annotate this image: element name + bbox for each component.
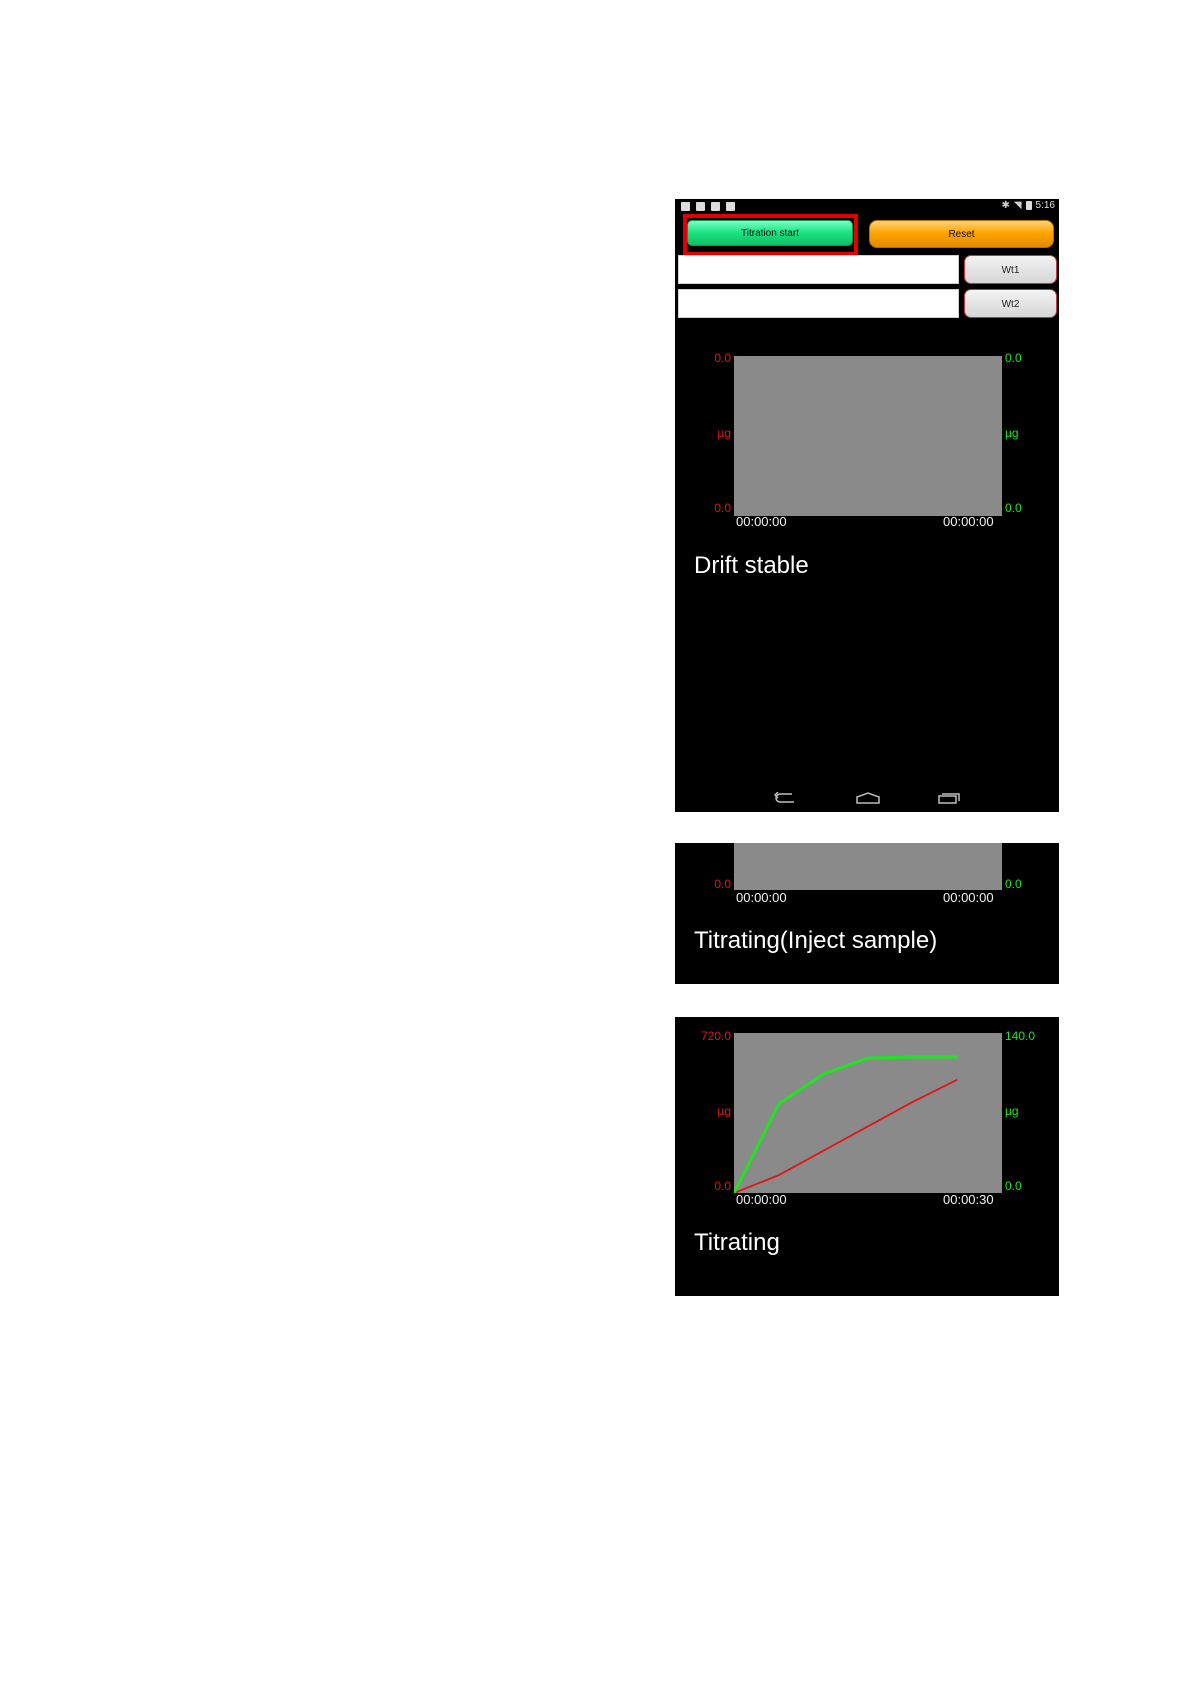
time-end-label: 00:00:00 [943, 890, 994, 905]
download-icon [726, 202, 735, 211]
battery-icon [1025, 201, 1032, 210]
inject-sample-screen: 0.0 0.0 00:00:00 00:00:00 Titrating(Inje… [675, 843, 1059, 984]
wt1-button[interactable]: Wt1 [964, 255, 1057, 284]
left-axis-unit: µg [717, 426, 731, 440]
reset-button[interactable]: Reset [869, 220, 1054, 248]
right-axis-min: 0.0 [1005, 877, 1022, 891]
status-time: 5:16 [1035, 200, 1055, 211]
wt2-button[interactable]: Wt2 [964, 289, 1057, 318]
right-axis-min: 0.0 [1005, 1179, 1022, 1193]
state-text: Titrating [694, 1229, 780, 1256]
time-start-label: 00:00:00 [736, 514, 787, 529]
status-bar: ✱ ◥ 5:16 [675, 199, 1059, 215]
wt1-input[interactable] [678, 255, 959, 284]
left-axis-min: 0.0 [714, 877, 731, 891]
time-start-label: 00:00:00 [736, 890, 787, 905]
notification-icons [681, 202, 735, 211]
titration-chart [734, 1033, 1002, 1193]
wt2-input[interactable] [678, 289, 959, 318]
bluetooth-icon: ✱ [1001, 200, 1010, 211]
left-axis-unit: µg [717, 1104, 731, 1118]
left-axis-max: 720.0 [700, 1029, 731, 1043]
image-notification-icon [681, 202, 690, 211]
time-start-label: 00:00:00 [736, 1192, 787, 1207]
right-axis-max: 0.0 [1005, 351, 1022, 365]
state-text: Drift stable [694, 552, 809, 579]
recents-icon[interactable] [938, 792, 960, 804]
time-end-label: 00:00:30 [943, 1192, 994, 1207]
status-icons: ✱ ◥ 5:16 [1001, 200, 1055, 211]
highlight-annotation-box [683, 214, 858, 256]
titrating-screen: 720.0 µg 0.0 140.0 µg 0.0 00:00:00 00:00… [675, 1017, 1059, 1296]
left-axis-min: 0.0 [714, 501, 731, 515]
time-end-label: 00:00:00 [943, 514, 994, 529]
media-icon [711, 202, 720, 211]
back-icon[interactable] [774, 792, 796, 804]
right-axis-unit: µg [1005, 1104, 1019, 1118]
right-axis-max: 140.0 [1005, 1029, 1036, 1043]
wifi-icon: ◥ [1013, 200, 1022, 211]
main-screen: ✱ ◥ 5:16 Titration start Reset Wt1 Wt2 0… [675, 199, 1059, 812]
chart-plot-area [734, 356, 1002, 516]
home-icon[interactable] [855, 792, 881, 804]
nav-bar [675, 782, 1059, 812]
sd-card-icon [696, 202, 705, 211]
left-axis-max: 0.0 [714, 351, 731, 365]
right-axis-min: 0.0 [1005, 501, 1022, 515]
right-axis-unit: µg [1005, 426, 1019, 440]
left-axis-min: 0.0 [714, 1179, 731, 1193]
chart-plot-area [734, 843, 1002, 890]
state-text: Titrating(Inject sample) [694, 927, 938, 954]
